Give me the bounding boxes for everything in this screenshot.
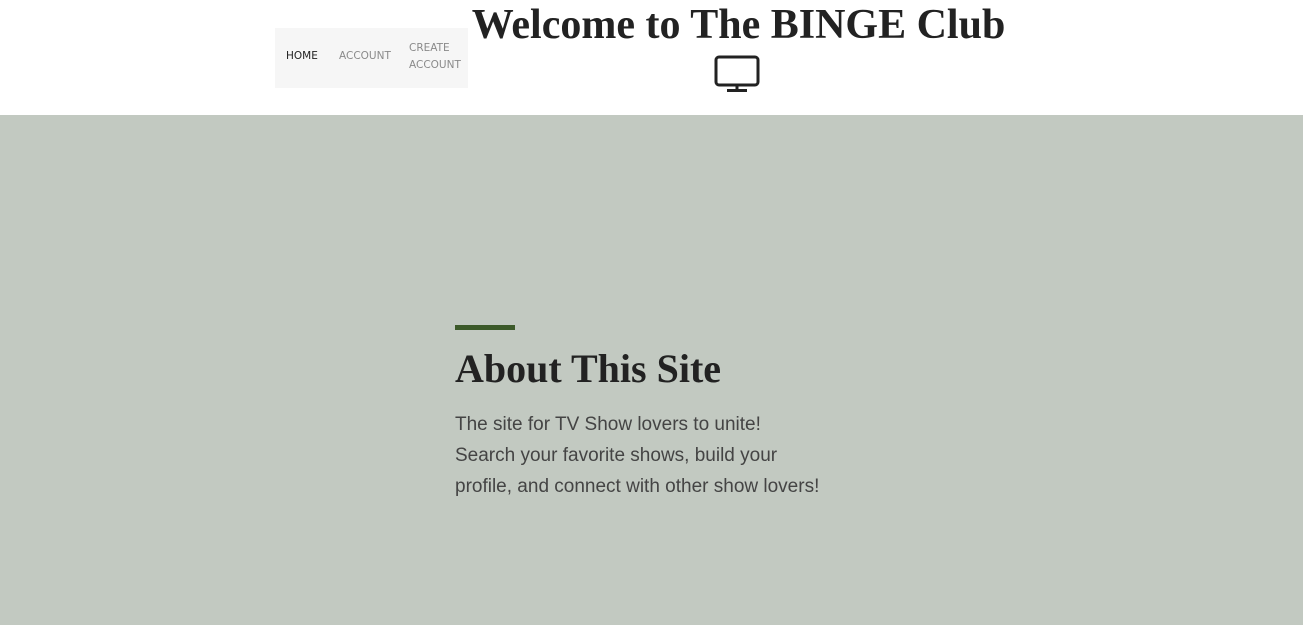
accent-bar [455, 325, 515, 330]
nav-account-link[interactable]: ACCOUNT [339, 48, 391, 65]
nav-home-link[interactable]: HOME [286, 48, 318, 65]
tv-monitor-icon [714, 55, 760, 92]
about-description: The site for TV Show lovers to unite! Se… [455, 409, 835, 502]
about-line: Search your favorite shows, build your [455, 445, 778, 466]
about-line: profile, and connect with other show lov… [455, 476, 820, 497]
site-title: Welcome to The BINGE Club [471, 2, 1006, 48]
about-section: About This Site The site for TV Show lov… [0, 115, 1303, 625]
about-heading: About This Site [455, 346, 722, 391]
about-line: The site for TV Show lovers to unite! [455, 414, 761, 435]
site-header: HOME ACCOUNT CREATE ACCOUNT Welcome to T… [0, 0, 1303, 115]
